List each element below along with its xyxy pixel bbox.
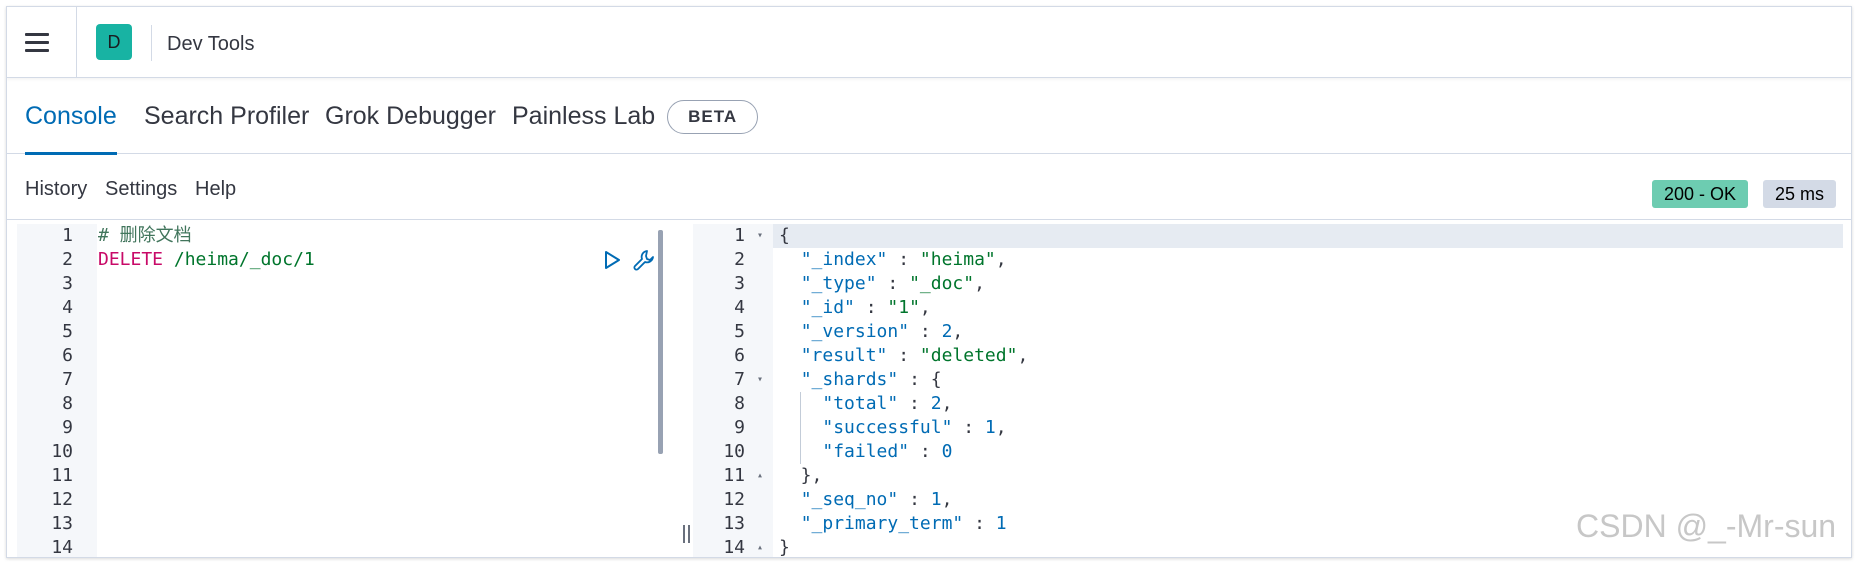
response-time-badge: 25 ms — [1763, 180, 1837, 208]
line-number: 9 — [734, 417, 745, 438]
line-number: 13 — [723, 513, 745, 534]
request-method: DELETE — [98, 249, 164, 270]
response-line: }, — [779, 465, 823, 486]
app-title: Dev Tools — [167, 33, 255, 55]
request-scrollbar[interactable] — [658, 230, 663, 454]
status-badge: 200 - OK — [1652, 180, 1749, 208]
fold-toggle-icon[interactable]: ▴ — [757, 464, 763, 488]
line-number: 7 ▾ — [734, 368, 763, 392]
line-number: 5 — [62, 321, 73, 342]
line-number: 3 — [734, 273, 745, 294]
line-number: 2 — [734, 249, 745, 270]
history-link[interactable]: History — [25, 178, 87, 201]
response-line: "_index" : "heima", — [800, 249, 1007, 270]
request-editor[interactable]: # 删除文档 DELETE /heima/_doc/1 — [98, 224, 658, 272]
beta-badge: BETA — [667, 99, 759, 134]
response-line: "failed" : 0 — [822, 441, 953, 462]
line-number: 11 — [51, 465, 73, 486]
request-actions — [601, 249, 655, 271]
line-number: 1 ▾ — [734, 224, 763, 248]
response-line: "_version" : 2, — [800, 321, 964, 342]
settings-link[interactable]: Settings — [105, 178, 177, 201]
header-divider — [151, 25, 152, 61]
line-number: 8 — [62, 393, 73, 414]
tab-search-profiler[interactable]: Search Profiler — [144, 79, 309, 154]
line-number: 4 — [734, 297, 745, 318]
response-line: "result" : "deleted", — [800, 345, 1029, 366]
line-number: 13 — [51, 513, 73, 534]
response-line: "_type" : "_doc", — [800, 273, 985, 294]
help-link[interactable]: Help — [195, 178, 236, 201]
console-menu: History Settings Help 200 - OK 25 ms — [7, 155, 1851, 219]
tab-bar: Console Search Profiler Grok Debugger Pa… — [7, 79, 1851, 155]
response-viewer: { "_index" : "heima", "_type" : "_doc", … — [779, 224, 1029, 558]
fold-toggle-icon[interactable]: ▾ — [757, 224, 763, 248]
editor-panes: 1 2 3 4 5 6 7 8 9 10 11 12 13 14 # 删除文档 DELETE /heima… — [7, 219, 1851, 558]
line-number: 12 — [723, 489, 745, 510]
line-number: 6 — [62, 345, 73, 366]
line-number: 11 ▴ — [723, 464, 763, 488]
response-line: "_seq_no" : 1, — [800, 489, 953, 510]
top-header: D Dev Tools — [7, 7, 1851, 78]
line-number: 14 — [51, 537, 73, 558]
line-number: 1 — [62, 225, 73, 246]
line-number: 10 — [51, 441, 73, 462]
line-number: 10 — [723, 441, 745, 462]
line-number: 2 — [62, 249, 73, 270]
line-number: 4 — [62, 297, 73, 318]
pane-resizer[interactable] — [683, 525, 693, 545]
line-number: 3 — [62, 273, 73, 294]
response-line: "_primary_term" : 1 — [800, 513, 1007, 534]
play-icon[interactable] — [601, 249, 623, 271]
response-line: { — [779, 225, 790, 246]
watermark: CSDN @_-Mr-sun — [1576, 508, 1837, 544]
dev-tools-window: D Dev Tools Console Search Profiler Grok… — [6, 6, 1852, 558]
request-line-numbers: 1 2 3 4 5 6 7 8 9 10 11 12 13 14 — [17, 224, 97, 558]
fold-toggle-icon[interactable]: ▴ — [757, 536, 763, 557]
response-line-numbers: 1 ▾ 2 3 4 5 6 7 ▾ 8 9 10 11 ▴ 12 13 14 ▴ — [693, 224, 773, 558]
line-number: 5 — [734, 321, 745, 342]
response-line: "_id" : "1", — [800, 297, 931, 318]
fold-toggle-icon[interactable]: ▾ — [757, 368, 763, 392]
line-number: 14 ▴ — [723, 536, 763, 558]
request-comment: # 删除文档 — [98, 225, 192, 246]
line-number: 6 — [734, 345, 745, 366]
hamburger-menu-icon[interactable] — [25, 33, 49, 53]
response-line: "successful" : 1, — [822, 417, 1007, 438]
line-number: 8 — [734, 393, 745, 414]
line-number: 9 — [62, 417, 73, 438]
line-number: 7 — [62, 369, 73, 390]
header-divider — [76, 7, 77, 78]
tab-console[interactable]: Console — [25, 79, 117, 155]
wrench-icon[interactable] — [633, 249, 655, 271]
tab-painless-lab[interactable]: Painless Lab BETA — [512, 79, 759, 154]
line-number: 12 — [51, 489, 73, 510]
response-line: "_shards" : { — [800, 369, 942, 390]
response-line: } — [779, 537, 790, 558]
request-path: /heima/_doc/1 — [173, 249, 315, 270]
space-avatar[interactable]: D — [96, 24, 132, 60]
response-line: "total" : 2, — [822, 393, 953, 414]
tab-grok-debugger[interactable]: Grok Debugger — [325, 79, 496, 154]
